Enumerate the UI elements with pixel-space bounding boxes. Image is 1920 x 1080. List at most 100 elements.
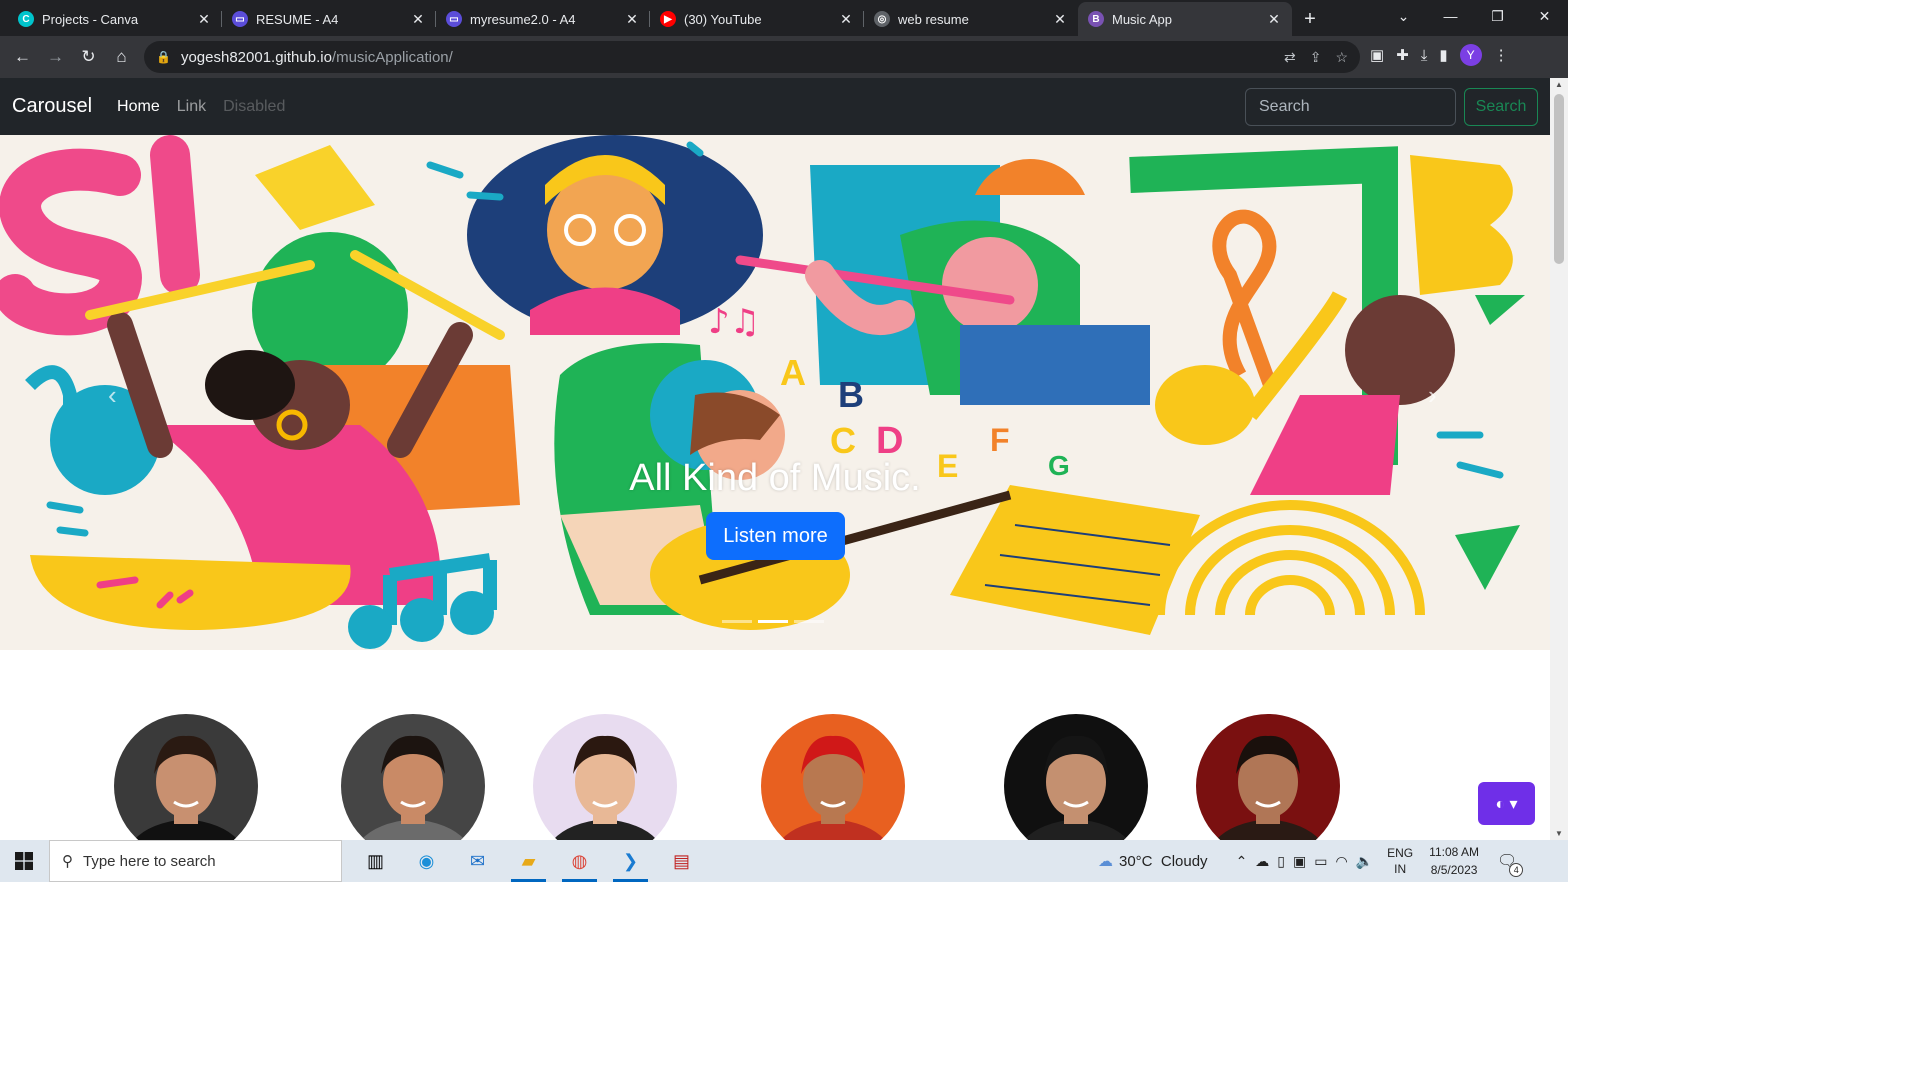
tab-close-icon[interactable]: ✕ (838, 11, 854, 28)
clock[interactable]: 11:08 AM 8/5/2023 (1429, 843, 1479, 879)
tab-close-icon[interactable]: ✕ (196, 11, 212, 28)
onedrive-icon[interactable]: ☁ (1255, 853, 1269, 870)
address-bar[interactable]: 🔒 yogesh82001.github.io/musicApplication… (144, 41, 1360, 73)
carousel-illustration: A B C D E F G ♪♫ (0, 135, 1525, 649)
tab-favicon-icon: C (18, 11, 34, 27)
clock-date: 8/5/2023 (1430, 863, 1478, 877)
artist-avatar[interactable] (533, 714, 677, 840)
artist-avatar[interactable] (1196, 714, 1340, 840)
browser-tab[interactable]: ▭ RESUME - A4 ✕ (222, 2, 436, 36)
tab-close-icon[interactable]: ✕ (1266, 11, 1282, 28)
tab-title: (30) YouTube (684, 11, 762, 27)
minimize-icon[interactable]: — (1427, 8, 1474, 24)
tab-close-icon[interactable]: ✕ (410, 11, 426, 28)
tab-list: C Projects - Canva ✕ ▭ RESUME - A4 ✕ ▭ myresume… (0, 0, 1292, 36)
svg-text:♪♫: ♪♫ (708, 302, 760, 342)
start-button[interactable] (0, 840, 48, 882)
battery-icon[interactable]: ▭ (1314, 853, 1327, 870)
listen-more-button[interactable]: Listen more (706, 512, 845, 560)
url-host: yogesh82001.github.io (180, 48, 332, 66)
extension-icon[interactable]: ▣ (1370, 46, 1384, 64)
tab-title: Projects - Canva (42, 11, 139, 27)
cloud-icon: ☁ (1098, 853, 1113, 870)
clock-time: 11:08 AM (1429, 845, 1479, 859)
artist-avatar[interactable] (1004, 714, 1148, 840)
svg-text:D: D (876, 420, 903, 462)
carousel-prev-icon[interactable]: ‹ (108, 380, 117, 411)
reload-icon[interactable]: ↻ (72, 47, 105, 67)
side-panel-icon[interactable]: ▮ (1439, 46, 1447, 64)
browser-tab[interactable]: ▶ (30) YouTube ✕ (650, 2, 864, 36)
lock-icon[interactable]: 🔒 (156, 50, 171, 64)
nav-link-link[interactable]: Link (177, 98, 206, 116)
svg-text:F: F (990, 422, 1010, 458)
profile-avatar[interactable]: Y (1459, 44, 1482, 66)
weather-temp: 30°C (1119, 852, 1153, 870)
carousel-indicators (722, 620, 824, 623)
chrome-icon[interactable]: ◍ (554, 840, 605, 882)
download-icon[interactable]: ⤓ (1421, 47, 1428, 64)
bookmark-star-icon[interactable]: ☆ (1335, 49, 1348, 66)
restore-icon[interactable]: ❐ (1474, 8, 1521, 25)
tab-favicon-icon: ▭ (232, 11, 248, 27)
scroll-up-icon[interactable]: ▲ (1550, 80, 1568, 89)
forward-icon[interactable]: → (39, 47, 72, 67)
notification-icon[interactable]: 🗨 4 (1497, 851, 1524, 877)
tab-title: RESUME - A4 (256, 11, 339, 27)
file-explorer-icon[interactable]: ▰ (503, 840, 554, 882)
browser-tab[interactable]: ◎ web resume ✕ (864, 2, 1078, 36)
browser-tab[interactable]: ▭ myresume2.0 - A4 ✕ (436, 2, 650, 36)
scrollbar-thumb[interactable] (1554, 94, 1564, 264)
tab-close-icon[interactable]: ✕ (624, 11, 640, 28)
carousel-indicator[interactable] (794, 620, 824, 623)
carousel-indicator[interactable] (722, 620, 752, 623)
task-view-icon[interactable]: ▥ (350, 840, 401, 882)
artist-avatar[interactable] (761, 714, 905, 840)
close-window-icon[interactable]: ✕ (1521, 8, 1568, 25)
taskbar-search-box[interactable]: ⚲ Type here to search (49, 840, 342, 882)
nav-link-home[interactable]: Home (117, 98, 160, 116)
scroll-down-icon[interactable]: ▼ (1550, 829, 1568, 838)
browser-tab[interactable]: C Projects - Canva ✕ (8, 2, 222, 36)
app-icon[interactable]: ▤ (656, 840, 707, 882)
home-icon[interactable]: ⌂ (105, 47, 138, 67)
translate-icon[interactable]: ⇄ (1284, 49, 1296, 66)
windows-taskbar: ⚲ Type here to search ▥ ◉ ✉ ▰ ◍ ❯ ▤ ☁ 30… (0, 840, 1568, 882)
weather-desc: Cloudy (1160, 852, 1208, 870)
site-navbar: Carousel Home Link Disabled Search (0, 78, 1550, 135)
search-input[interactable] (1245, 88, 1456, 126)
tab-search-icon[interactable]: ⌄ (1380, 8, 1427, 25)
taskbar-apps: ▥ ◉ ✉ ▰ ◍ ❯ ▤ (350, 840, 707, 882)
back-icon[interactable]: ← (6, 47, 39, 67)
browser-tab[interactable]: B Music App ✕ (1078, 2, 1292, 36)
vscode-icon[interactable]: ❯ (605, 840, 656, 882)
hero-carousel: A B C D E F G ♪♫ ‹ › All Kind of Music. … (0, 135, 1550, 650)
page-scrollbar[interactable]: ▲ ▼ (1550, 78, 1568, 840)
tab-favicon-icon: ◎ (874, 11, 890, 27)
mail-icon[interactable]: ✉ (452, 840, 503, 882)
carousel-next-icon[interactable]: › (1428, 380, 1437, 411)
language-indicator[interactable]: ENG IN (1387, 845, 1413, 877)
wifi-icon[interactable]: ◠ (1335, 853, 1347, 870)
new-tab-button[interactable]: + (1292, 2, 1328, 36)
navbar-brand[interactable]: Carousel (12, 95, 92, 118)
search-button[interactable]: Search (1464, 88, 1538, 126)
theme-toggle-button[interactable]: ◐ ▾ (1478, 782, 1535, 825)
notification-badge: 4 (1509, 863, 1524, 877)
device-icon[interactable]: ▯ (1277, 853, 1285, 870)
tab-favicon-icon: ▶ (660, 11, 676, 27)
svg-text:B: B (838, 374, 864, 415)
edge-icon[interactable]: ◉ (401, 840, 452, 882)
weather-widget[interactable]: 30°C Cloudy (1119, 853, 1208, 870)
puzzle-icon[interactable]: ✚ (1396, 46, 1409, 64)
security-icon[interactable]: ▣ (1293, 853, 1306, 870)
volume-icon[interactable]: 🔈 (1356, 853, 1373, 870)
tab-close-icon[interactable]: ✕ (1052, 11, 1068, 28)
carousel-indicator[interactable] (758, 620, 788, 623)
chevron-up-icon[interactable]: ⌃ (1236, 853, 1248, 870)
artist-avatar[interactable] (114, 714, 258, 840)
search-icon: ⚲ (62, 853, 73, 870)
menu-icon[interactable]: ⋮ (1494, 46, 1509, 64)
artist-avatar[interactable] (341, 714, 485, 840)
share-icon[interactable]: ⇪ (1310, 49, 1322, 66)
